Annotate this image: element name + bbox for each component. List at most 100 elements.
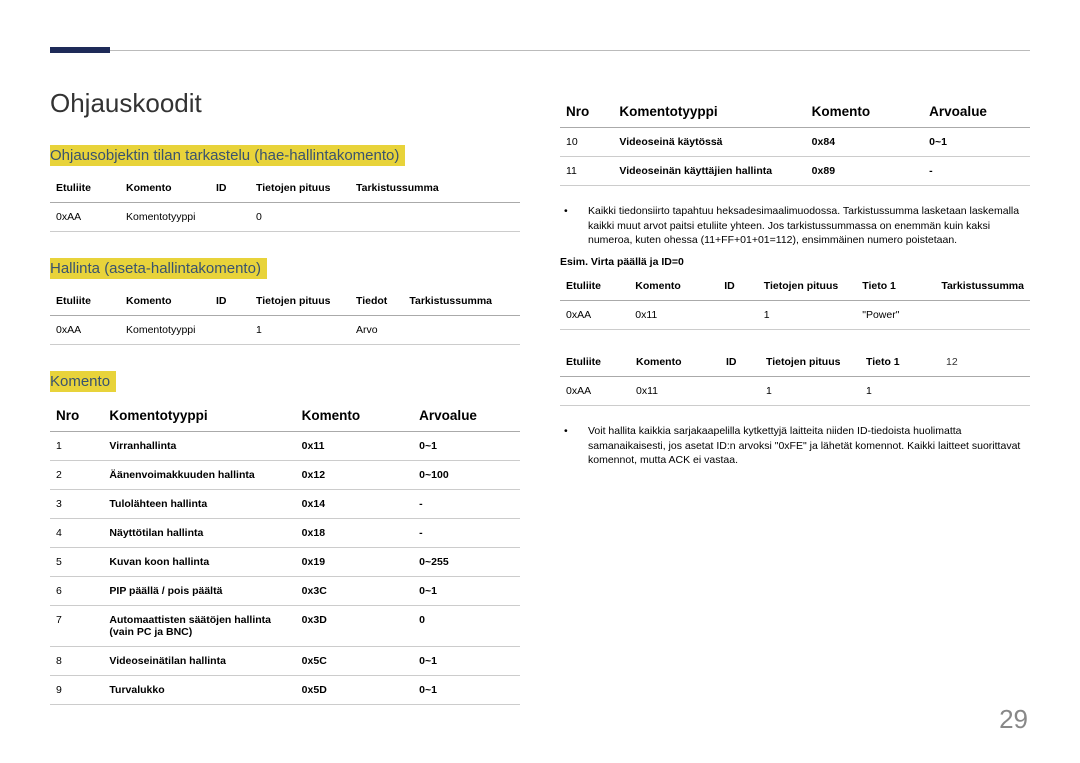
td: Videoseinä käytössä — [613, 128, 805, 157]
table-row: 7Automaattisten säätöjen hallinta (vain … — [50, 606, 520, 647]
td: 0xAA — [560, 301, 629, 330]
right-column: Nro Komentotyyppi Komento Arvoalue 10Vid… — [560, 70, 1030, 723]
table-row: 5Kuvan koon hallinta0x190~255 — [50, 548, 520, 577]
example-table-1: Etuliite Komento ID Tietojen pituus Tiet… — [560, 272, 1030, 330]
th: Komento — [629, 272, 718, 301]
th: Etuliite — [560, 272, 629, 301]
th: Komentotyyppi — [103, 400, 295, 432]
th: Tiedot — [350, 287, 403, 316]
td: 1 — [250, 316, 350, 345]
th: ID — [720, 348, 760, 377]
command-table-right: Nro Komentotyyppi Komento Arvoalue 10Vid… — [560, 96, 1030, 186]
td: 0x11 — [296, 432, 414, 461]
th: Arvoalue — [413, 400, 520, 432]
td: 3 — [50, 490, 103, 519]
note-serial: •Voit hallita kaikkia sarjakaapelilla ky… — [560, 424, 1030, 468]
table-row: 0xAA Komentotyyppi 0 — [50, 203, 520, 232]
th: Komentotyyppi — [613, 96, 805, 128]
td: 8 — [50, 647, 103, 676]
table-row: 0xAA 0x11 1 1 — [560, 377, 1030, 406]
td: 0~1 — [413, 647, 520, 676]
td: 10 — [560, 128, 613, 157]
section-heading-set: Hallinta (aseta-hallintakomento) — [50, 258, 267, 279]
th: Komento — [120, 174, 210, 203]
page-content: Ohjauskoodit Ohjausobjektin tilan tarkas… — [0, 0, 1080, 723]
td: 7 — [50, 606, 103, 647]
note-text: Kaikki tiedonsiirto tapahtuu heksadesima… — [588, 205, 1019, 246]
table-row: 1Virranhallinta0x110~1 — [50, 432, 520, 461]
td: 0x3D — [296, 606, 414, 647]
td: 0~1 — [413, 432, 520, 461]
example-label: Esim. Virta päällä ja ID=0 — [560, 256, 1030, 268]
td: - — [413, 490, 520, 519]
td: 9 — [50, 676, 103, 705]
th: ID — [210, 174, 250, 203]
td: 0~1 — [923, 128, 1030, 157]
table-row: 2Äänenvoimakkuuden hallinta0x120~100 — [50, 461, 520, 490]
section-heading-command: Komento — [50, 371, 116, 392]
th: Tietojen pituus — [758, 272, 857, 301]
table-row: 4Näyttötilan hallinta0x18- — [50, 519, 520, 548]
th: Arvoalue — [923, 96, 1030, 128]
th: Komento — [296, 400, 414, 432]
td: - — [923, 157, 1030, 186]
table-get-command: Etuliite Komento ID Tietojen pituus Tark… — [50, 174, 520, 232]
th: Tietojen pituus — [250, 287, 350, 316]
td: Näyttötilan hallinta — [103, 519, 295, 548]
th: Tietojen pituus — [760, 348, 860, 377]
td: - — [413, 519, 520, 548]
section-heading-get: Ohjausobjektin tilan tarkastelu (hae-hal… — [50, 145, 405, 166]
table-row: 0xAA 0x11 1 "Power" — [560, 301, 1030, 330]
td: 0~100 — [413, 461, 520, 490]
th: Tarkistussumma — [935, 272, 1030, 301]
td: 11 — [560, 157, 613, 186]
td — [210, 203, 250, 232]
td: 1 — [50, 432, 103, 461]
td: 0~255 — [413, 548, 520, 577]
th: Tieto 1 — [856, 272, 935, 301]
th: Tieto 1 — [860, 348, 940, 377]
th: Tarkistussumma — [403, 287, 520, 316]
td: Komentotyyppi — [120, 203, 210, 232]
th: ID — [718, 272, 757, 301]
table-row: 9Turvalukko0x5D0~1 — [50, 676, 520, 705]
td: Kuvan koon hallinta — [103, 548, 295, 577]
td: Videoseinän käyttäjien hallinta — [613, 157, 805, 186]
td: 0x11 — [630, 377, 720, 406]
td — [350, 203, 520, 232]
note-text: Voit hallita kaikkia sarjakaapelilla kyt… — [588, 425, 1020, 466]
td: Virranhallinta — [103, 432, 295, 461]
page-title: Ohjauskoodit — [50, 88, 520, 119]
th: 12 — [940, 348, 1030, 377]
td — [935, 301, 1030, 330]
th: Komento — [806, 96, 924, 128]
table-row: 6PIP päällä / pois päältä0x3C0~1 — [50, 577, 520, 606]
td: 0 — [250, 203, 350, 232]
td: Arvo — [350, 316, 403, 345]
th: Tarkistussumma — [350, 174, 520, 203]
table-row: 0xAA Komentotyyppi 1 Arvo — [50, 316, 520, 345]
th: Nro — [50, 400, 103, 432]
td: 1 — [760, 377, 860, 406]
th: Komento — [630, 348, 720, 377]
td: 0x84 — [806, 128, 924, 157]
table-row: 3Tulolähteen hallinta0x14- — [50, 490, 520, 519]
th: Etuliite — [50, 174, 120, 203]
header-accent — [50, 47, 110, 53]
td: PIP päällä / pois päältä — [103, 577, 295, 606]
td: 0x5D — [296, 676, 414, 705]
td: Komentotyyppi — [120, 316, 210, 345]
th: ID — [210, 287, 250, 316]
command-table-left: Nro Komentotyyppi Komento Arvoalue 1Virr… — [50, 400, 520, 705]
th: Etuliite — [50, 287, 120, 316]
table-row: 10Videoseinä käytössä0x840~1 — [560, 128, 1030, 157]
td: 0x19 — [296, 548, 414, 577]
td: 0~1 — [413, 577, 520, 606]
td: Videoseinätilan hallinta — [103, 647, 295, 676]
td: 0x14 — [296, 490, 414, 519]
example-table-2: Etuliite Komento ID Tietojen pituus Tiet… — [560, 348, 1030, 406]
td: 1 — [758, 301, 857, 330]
td — [940, 377, 1030, 406]
td: 4 — [50, 519, 103, 548]
table-row: 11Videoseinän käyttäjien hallinta0x89- — [560, 157, 1030, 186]
